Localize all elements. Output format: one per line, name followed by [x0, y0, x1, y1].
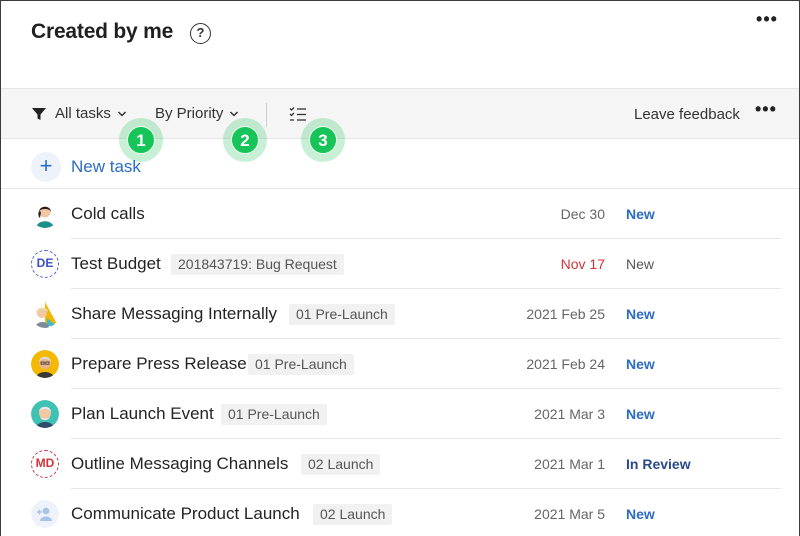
more-options-icon[interactable]: ••• — [755, 10, 779, 33]
task-tag: 02 Launch — [301, 454, 381, 475]
due-date: 2021 Mar 1 — [534, 456, 605, 472]
filter-label: All tasks — [55, 105, 111, 122]
task-row[interactable]: Cold calls Dec 30 New — [1, 189, 799, 239]
task-view-window: Created by me ? ••• All tasks By Priorit… — [0, 0, 800, 536]
task-row[interactable]: DE Test Budget 201843719: Bug Request No… — [1, 239, 799, 289]
sort-label: By Priority — [155, 105, 224, 122]
status-label[interactable]: In Review — [626, 456, 691, 472]
person-icon — [31, 300, 59, 328]
sort-dropdown[interactable]: By Priority — [155, 105, 239, 122]
filter-dropdown[interactable]: All tasks — [31, 105, 127, 122]
task-title: Share Messaging Internally — [71, 304, 278, 323]
plus-icon: + — [31, 152, 61, 182]
task-tag: 01 Pre-Launch — [289, 304, 395, 325]
leave-feedback-link[interactable]: Leave feedback — [634, 106, 740, 123]
add-person-icon — [31, 500, 59, 528]
task-row[interactable]: MD Outline Messaging Channels 02 Launch … — [1, 439, 799, 489]
help-icon[interactable]: ? — [190, 23, 211, 44]
task-tag: 01 Pre-Launch — [221, 404, 327, 425]
chevron-down-icon — [230, 110, 239, 117]
new-task-label: New task — [71, 157, 141, 176]
person-icon — [31, 350, 59, 378]
task-title: Prepare Press Release — [71, 354, 247, 373]
callout-badge-label: 1 — [127, 126, 155, 154]
task-tag: 01 Pre-Launch — [248, 354, 354, 375]
task-title: Cold calls — [71, 204, 145, 223]
task-row[interactable]: Plan Launch Event 01 Pre-Launch 2021 Mar… — [1, 389, 799, 439]
callout-badge-2: 2 — [223, 118, 267, 162]
header: Created by me ? ••• — [1, 1, 799, 88]
status-label[interactable]: New — [626, 406, 655, 422]
status-label[interactable]: New — [626, 306, 655, 322]
task-row[interactable]: Communicate Product Launch 02 Launch 202… — [1, 489, 799, 536]
status-label[interactable]: New — [626, 206, 655, 222]
person-icon — [31, 200, 59, 228]
task-title: Test Budget — [71, 254, 161, 273]
task-title: Communicate Product Launch — [71, 504, 300, 523]
due-date: 2021 Mar 5 — [534, 506, 605, 522]
new-task-button[interactable]: + New task — [31, 152, 141, 182]
due-date: 2021 Feb 25 — [526, 306, 605, 322]
task-title: Plan Launch Event — [71, 404, 214, 423]
due-date: Nov 17 — [560, 256, 605, 272]
task-row[interactable]: Prepare Press Release 01 Pre-Launch 2021… — [1, 339, 799, 389]
page-title: Created by me — [31, 20, 174, 43]
person-icon — [31, 400, 59, 428]
filter-icon — [32, 107, 46, 120]
chevron-down-icon — [117, 110, 126, 117]
due-date: 2021 Mar 3 — [534, 406, 605, 422]
due-date: Dec 30 — [560, 206, 605, 222]
checklist-icon[interactable] — [289, 106, 307, 122]
avatar-initials: MD — [31, 450, 59, 478]
task-tag: 201843719: Bug Request — [171, 254, 344, 275]
toolbar-more-icon[interactable]: ••• — [755, 99, 777, 120]
callout-badge-label: 3 — [309, 126, 337, 154]
toolbar-divider — [266, 103, 267, 127]
callout-badge-3: 3 — [301, 118, 345, 162]
task-title: Outline Messaging Channels — [71, 454, 289, 473]
task-row[interactable]: Share Messaging Internally 01 Pre-Launch… — [1, 289, 799, 339]
avatar-initials: DE — [31, 250, 59, 278]
status-label[interactable]: New — [626, 256, 654, 272]
status-label[interactable]: New — [626, 506, 655, 522]
task-tag: 02 Launch — [313, 504, 393, 525]
due-date: 2021 Feb 24 — [526, 356, 605, 372]
callout-badge-label: 2 — [231, 126, 259, 154]
status-label[interactable]: New — [626, 356, 655, 372]
